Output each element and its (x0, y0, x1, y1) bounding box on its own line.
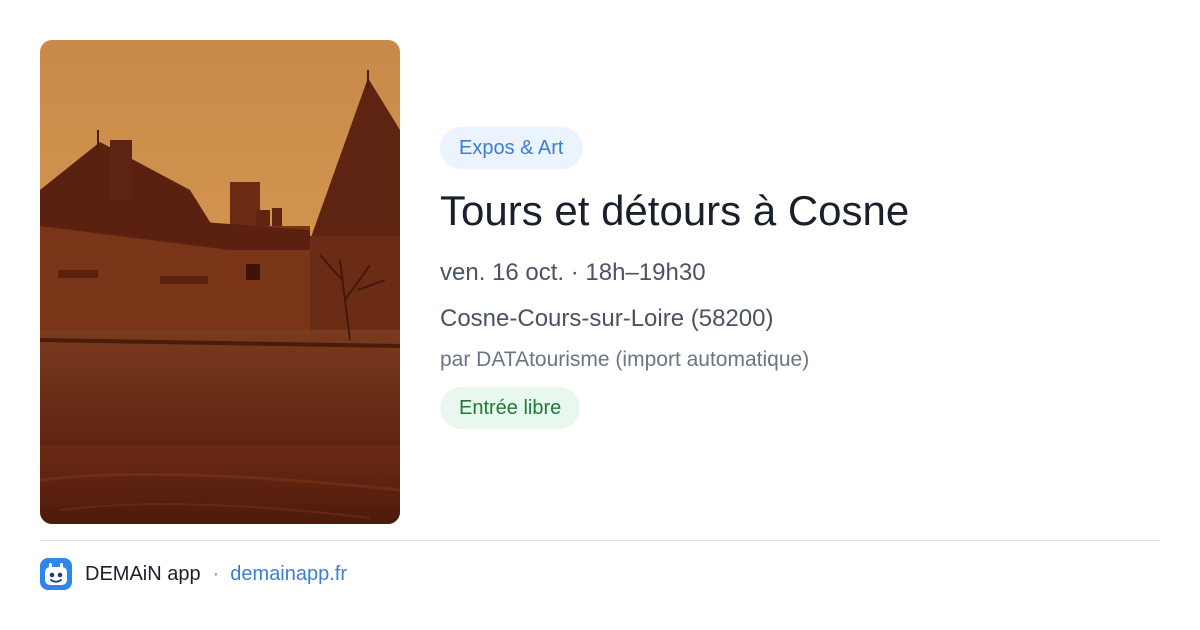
event-location: Cosne-Cours-sur-Loire (58200) (440, 305, 774, 332)
footer: DEMAiN app · demainapp.fr (40, 557, 347, 591)
sepia-castle-photo (40, 40, 400, 524)
footer-separator: · (212, 562, 220, 585)
app-website-link[interactable]: demainapp.fr (230, 563, 347, 586)
event-image (40, 40, 400, 524)
demain-app-logo-icon (40, 558, 72, 590)
event-details: Expos & Art Tours et détours à Cosne ven… (440, 127, 1160, 429)
event-title: Tours et détours à Cosne (440, 187, 910, 234)
app-name: DEMAiN app (85, 562, 201, 585)
event-datetime: ven. 16 oct. · 18h–19h30 (440, 259, 706, 286)
event-organizer: par DATAtourisme (import automatique) (440, 348, 810, 371)
footer-divider (40, 540, 1160, 541)
price-badge: Entrée libre (440, 387, 581, 429)
category-badge[interactable]: Expos & Art (440, 127, 583, 169)
